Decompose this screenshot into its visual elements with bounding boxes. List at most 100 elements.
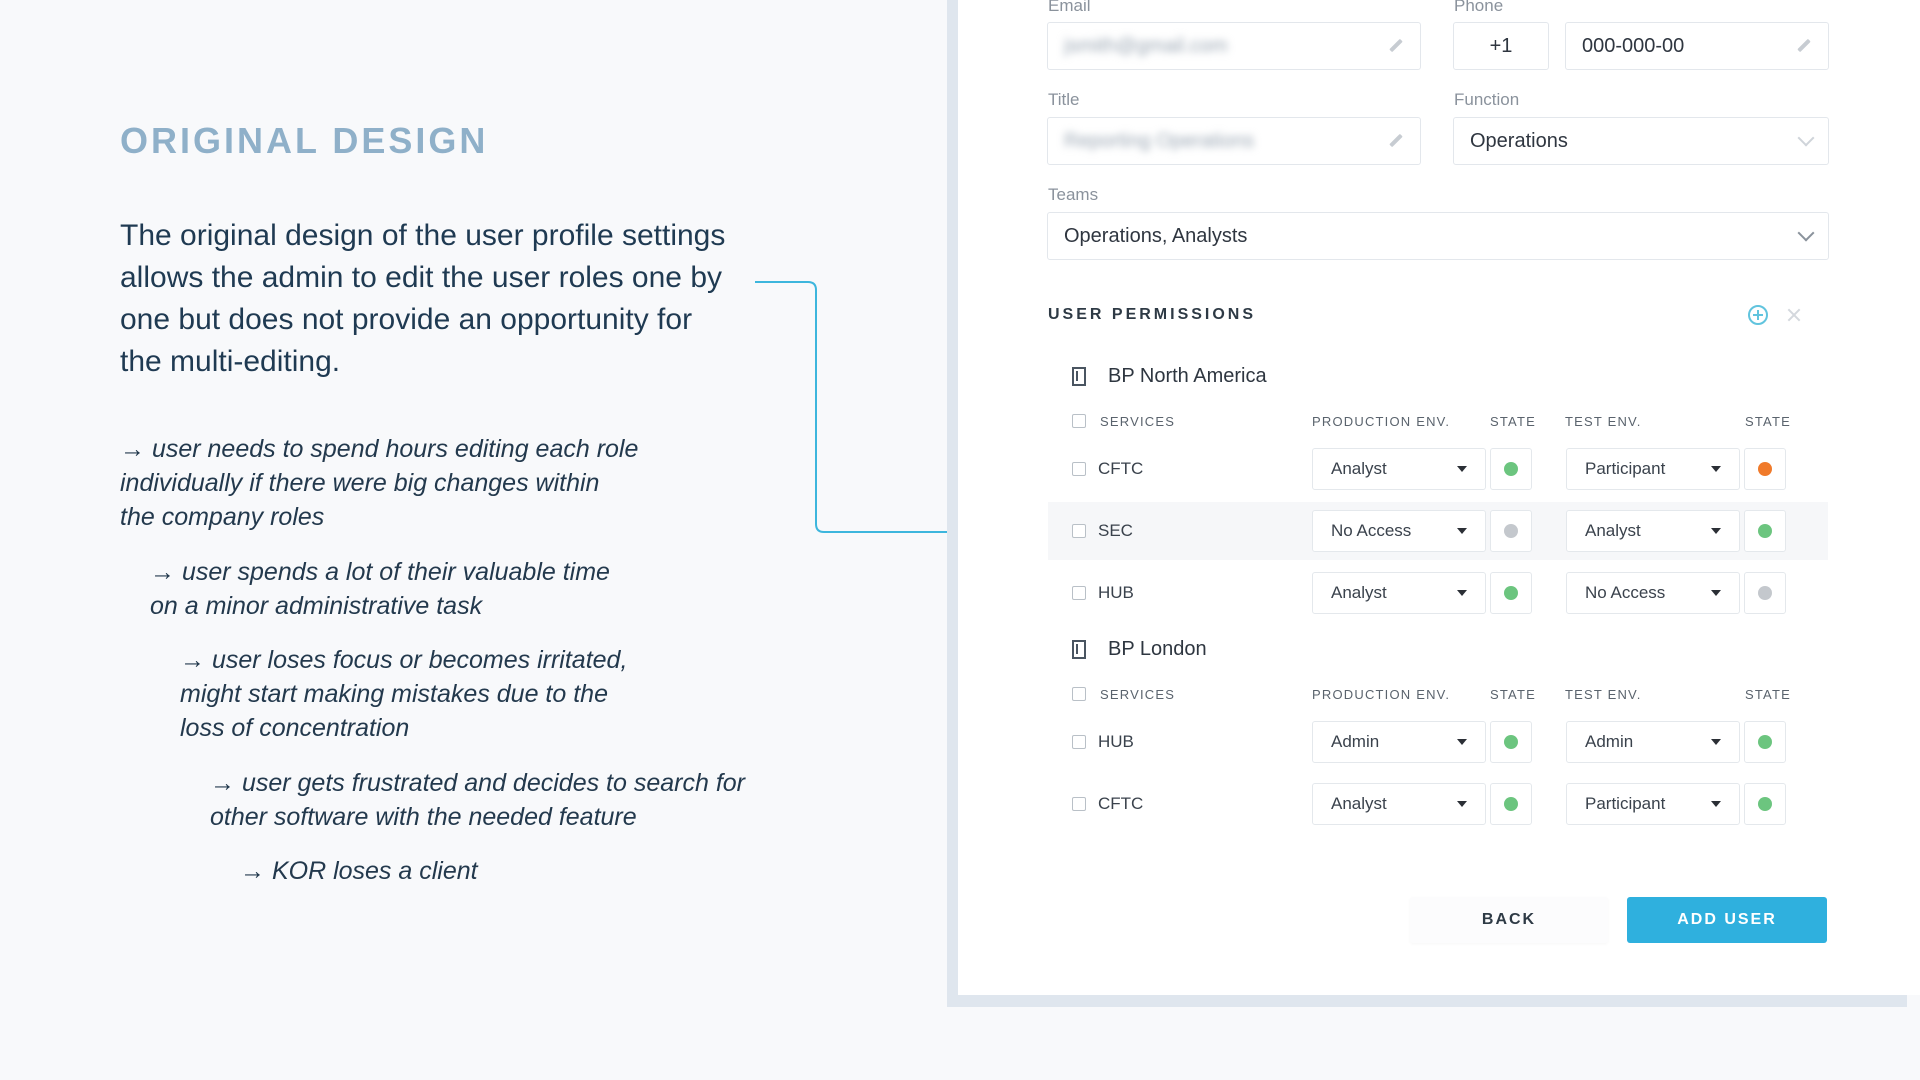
function-select[interactable]: Operations [1453,117,1829,165]
add-user-button[interactable]: ADD USER [1627,897,1827,943]
pencil-icon[interactable] [1388,133,1404,149]
caret-down-icon [1457,590,1467,596]
teams-select[interactable]: Operations, Analysts [1047,212,1829,260]
table-row: HUB Analyst No Access [1048,564,1828,622]
email-label: Email [1048,0,1091,15]
test-state [1744,783,1786,825]
row-checkbox[interactable] [1072,735,1086,749]
email-value: jsmith@gmail.com [1064,34,1228,57]
production-state [1490,572,1532,614]
production-role-value: Analyst [1331,794,1387,813]
test-role-value: Analyst [1585,521,1641,540]
title-label: Title [1048,90,1080,109]
production-role-select[interactable]: No Access [1312,510,1486,552]
chevron-down-icon [1797,129,1815,147]
col-state: STATE [1490,414,1536,429]
table-header: SERVICES PRODUCTION ENV. STATE TEST ENV.… [1072,412,1792,432]
state-dot [1504,462,1518,476]
row-checkbox[interactable] [1072,797,1086,811]
phone-code-field[interactable]: +1 [1453,22,1549,70]
test-role-select[interactable]: Admin [1566,721,1740,763]
table-row: CFTC Analyst Participant [1048,775,1828,833]
test-role-select[interactable]: Participant [1566,448,1740,490]
test-state [1744,721,1786,763]
test-state [1744,448,1786,490]
title-field[interactable]: Reporting Operations [1047,117,1421,165]
caret-down-icon [1457,528,1467,534]
row-checkbox[interactable] [1072,586,1086,600]
add-permission-icon[interactable] [1748,305,1768,325]
phone-number-field[interactable]: 000-000-00 [1565,22,1829,70]
production-role-select[interactable]: Analyst [1312,448,1486,490]
row-checkbox[interactable] [1072,524,1086,538]
phone-number-value: 000-000-00 [1582,34,1685,57]
col-production: PRODUCTION ENV. [1312,687,1451,702]
close-icon[interactable] [1787,308,1801,322]
test-state [1744,572,1786,614]
production-role-value: Analyst [1331,583,1387,602]
test-role-select[interactable]: Analyst [1566,510,1740,552]
select-all-checkbox[interactable] [1072,687,1086,701]
pencil-icon[interactable] [1796,38,1812,54]
state-dot [1758,586,1772,600]
caret-down-icon [1457,739,1467,745]
state-dot [1504,735,1518,749]
production-role-select[interactable]: Admin [1312,721,1486,763]
col-services: SERVICES [1100,687,1176,702]
bullet-point-4: → user gets frustrated and decides to se… [210,769,745,831]
service-name: HUB [1098,732,1134,751]
select-all-checkbox[interactable] [1072,414,1086,428]
table-header: SERVICES PRODUCTION ENV. STATE TEST ENV.… [1072,685,1792,705]
caret-down-icon [1711,466,1721,472]
production-role-select[interactable]: Analyst [1312,783,1486,825]
test-role-value: No Access [1585,583,1666,602]
test-role-value: Admin [1585,732,1634,751]
table-row: CFTC Analyst Participant [1048,440,1828,498]
title-value: Reporting Operations [1064,129,1255,152]
caret-down-icon [1457,801,1467,807]
bullet-point-5: → KOR loses a client [240,857,478,885]
caret-down-icon [1711,528,1721,534]
production-state [1490,721,1532,763]
service-name: CFTC [1098,459,1144,478]
bullet-point-2: → user spends a lot of their valuable ti… [150,558,610,620]
building-icon [1072,367,1086,386]
test-role-select[interactable]: Participant [1566,783,1740,825]
back-button[interactable]: BACK [1410,897,1608,943]
test-state [1744,510,1786,552]
state-dot [1504,586,1518,600]
table-row: HUB Admin Admin [1048,713,1828,771]
caret-down-icon [1711,801,1721,807]
intro-paragraph: The original design of the user profile … [120,219,726,378]
state-dot [1758,524,1772,538]
production-state [1490,510,1532,552]
phone-code-value: +1 [1489,34,1513,57]
production-role-select[interactable]: Analyst [1312,572,1486,614]
test-role-select[interactable]: No Access [1566,572,1740,614]
col-production: PRODUCTION ENV. [1312,414,1451,429]
row-checkbox[interactable] [1072,462,1086,476]
chevron-down-icon [1797,224,1815,242]
state-dot [1504,797,1518,811]
service-name: SEC [1098,521,1133,540]
col-state-test: STATE [1745,687,1791,702]
email-field[interactable]: jsmith@gmail.com [1047,22,1421,70]
teams-value: Operations, Analysts [1064,224,1248,247]
pencil-icon[interactable] [1388,38,1404,54]
test-role-value: Participant [1585,794,1666,813]
state-dot [1758,735,1772,749]
service-name: CFTC [1098,794,1144,813]
caret-down-icon [1711,590,1721,596]
production-state [1490,783,1532,825]
teams-label: Teams [1048,185,1099,204]
group-header: BP London [1072,638,1207,661]
caret-down-icon [1711,739,1721,745]
production-role-value: Analyst [1331,459,1387,478]
state-dot [1758,797,1772,811]
permissions-title: USER PERMISSIONS [1048,306,1257,323]
table-row: SEC No Access Analyst [1048,502,1828,560]
phone-label: Phone [1454,0,1504,15]
col-state-test: STATE [1745,414,1791,429]
col-services: SERVICES [1100,414,1176,429]
group-header: BP North America [1072,365,1267,388]
